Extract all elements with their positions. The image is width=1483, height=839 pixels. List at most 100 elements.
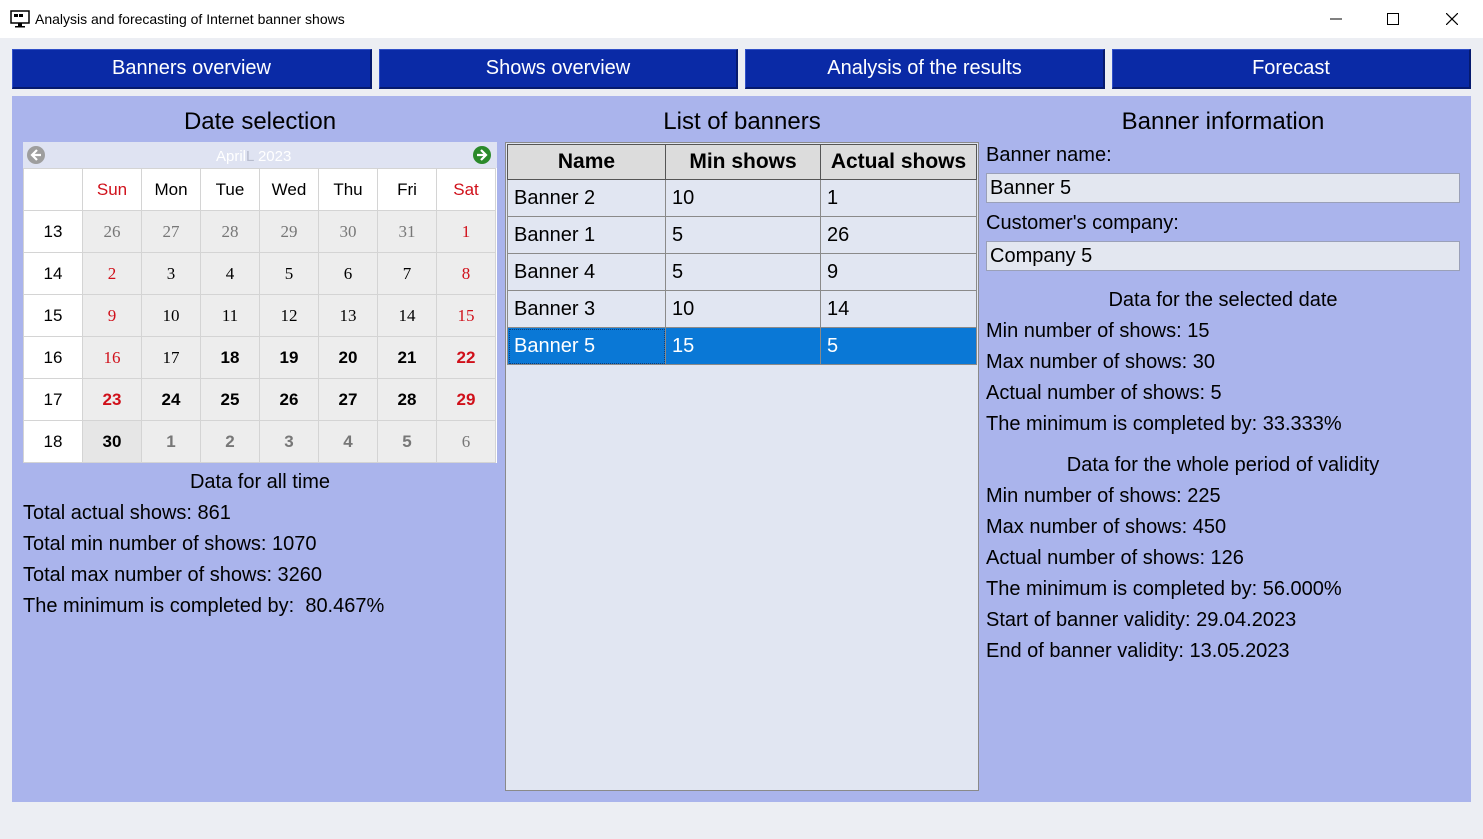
company-label: Customer's company:	[986, 212, 1179, 234]
tab-forecast[interactable]: Forecast	[1112, 49, 1471, 89]
cell-min[interactable]: 10	[665, 290, 821, 328]
tab-shows-overview[interactable]: Shows overview	[379, 49, 738, 89]
calendar-day[interactable]: 13	[318, 294, 378, 337]
calendar-day[interactable]: 27	[318, 378, 378, 421]
calendar-day[interactable]: 29	[436, 378, 496, 421]
calendar-day[interactable]: 1	[141, 420, 201, 463]
calendar-day[interactable]: 11	[200, 294, 260, 337]
total-completed: The minimum is completed by: 80.467%	[23, 595, 385, 617]
calendar-day[interactable]: 3	[259, 420, 319, 463]
calendar-day[interactable]: 8	[436, 252, 496, 295]
table-row[interactable]: Banner 3 10 14	[507, 290, 977, 328]
calendar-day[interactable]: 6	[318, 252, 378, 295]
calendar-day[interactable]: 2	[200, 420, 260, 463]
cell-min[interactable]: 5	[665, 253, 821, 291]
calendar-day[interactable]: 28	[200, 210, 260, 253]
cell-min[interactable]: 15	[665, 327, 821, 365]
cell-name[interactable]: Banner 4	[507, 253, 666, 291]
calendar-day[interactable]: 19	[259, 336, 319, 379]
calendar-day[interactable]: 5	[259, 252, 319, 295]
cell-min[interactable]: 5	[665, 216, 821, 254]
cell-name[interactable]: Banner 3	[507, 290, 666, 328]
calendar-day[interactable]: 23	[82, 378, 142, 421]
maximize-button[interactable]	[1364, 0, 1422, 38]
window-title: Analysis and forecasting of Internet ban…	[35, 11, 345, 27]
column-header-actual-shows[interactable]: Actual shows	[820, 144, 977, 180]
calendar[interactable]: AprilL 2023 Sun Mon Tue Wed Thu Fri Sat …	[23, 142, 497, 463]
calendar-day[interactable]: 28	[377, 378, 437, 421]
cell-name[interactable]: Banner 5	[507, 327, 666, 365]
calendar-day[interactable]: 3	[141, 252, 201, 295]
calendar-day[interactable]: 6	[436, 420, 496, 463]
calendar-day[interactable]: 1	[436, 210, 496, 253]
cell-actual[interactable]: 26	[820, 216, 977, 254]
day-name: Fri	[377, 168, 437, 211]
period-max-shows: Max number of shows: 450	[986, 516, 1227, 538]
calendar-day[interactable]: 17	[141, 336, 201, 379]
table-row-selected[interactable]: Banner 5 15 5	[507, 327, 977, 365]
calendar-day-selected[interactable]: 30	[82, 420, 142, 463]
calendar-day[interactable]: 22	[436, 336, 496, 379]
selected-actual-shows: Actual number of shows: 5	[986, 382, 1222, 404]
day-name: Wed	[259, 168, 319, 211]
calendar-day[interactable]: 2	[82, 252, 142, 295]
day-name: Thu	[318, 168, 378, 211]
period-actual-shows: Actual number of shows: 126	[986, 547, 1244, 569]
calendar-day[interactable]: 15	[436, 294, 496, 337]
week-number: 13	[23, 210, 83, 253]
calendar-day[interactable]: 7	[377, 252, 437, 295]
calendar-day[interactable]: 4	[200, 252, 260, 295]
title-bar: Analysis and forecasting of Internet ban…	[0, 0, 1483, 38]
calendar-day[interactable]: 24	[141, 378, 201, 421]
table-row[interactable]: Banner 2 10 1	[507, 179, 977, 217]
previous-month-icon[interactable]	[26, 145, 46, 165]
day-name: Mon	[141, 168, 201, 211]
next-month-icon[interactable]	[472, 145, 492, 165]
maximize-icon	[1387, 13, 1399, 25]
day-name: Sat	[436, 168, 496, 211]
calendar-day[interactable]: 30	[318, 210, 378, 253]
minimize-icon	[1330, 18, 1342, 20]
calendar-day[interactable]: 16	[82, 336, 142, 379]
calendar-day[interactable]: 29	[259, 210, 319, 253]
tab-analysis-results[interactable]: Analysis of the results	[745, 49, 1105, 89]
tab-banners-overview[interactable]: Banners overview	[12, 49, 372, 89]
company-field[interactable]: Company 5	[986, 241, 1460, 271]
column-header-min-shows[interactable]: Min shows	[665, 144, 821, 180]
calendar-month-year[interactable]: AprilL 2023	[216, 148, 291, 165]
cell-actual[interactable]: 5	[820, 327, 977, 365]
calendar-day[interactable]: 21	[377, 336, 437, 379]
cell-actual[interactable]: 14	[820, 290, 977, 328]
calendar-day[interactable]: 20	[318, 336, 378, 379]
table-row[interactable]: Banner 1 5 26	[507, 216, 977, 254]
calendar-day[interactable]: 9	[82, 294, 142, 337]
calendar-day[interactable]: 5	[377, 420, 437, 463]
calendar-day[interactable]: 4	[318, 420, 378, 463]
calendar-day[interactable]: 12	[259, 294, 319, 337]
week-number: 14	[23, 252, 83, 295]
calendar-day[interactable]: 26	[82, 210, 142, 253]
total-actual-shows: Total actual shows: 861	[23, 502, 231, 524]
cell-actual[interactable]: 1	[820, 179, 977, 217]
calendar-day[interactable]: 25	[200, 378, 260, 421]
banner-table[interactable]: Name Min shows Actual shows Banner 2 10 …	[505, 142, 979, 791]
cell-min[interactable]: 10	[665, 179, 821, 217]
banner-name-field[interactable]: Banner 5	[986, 173, 1460, 203]
cell-actual[interactable]: 9	[820, 253, 977, 291]
cell-name[interactable]: Banner 2	[507, 179, 666, 217]
calendar-day[interactable]: 14	[377, 294, 437, 337]
calendar-day[interactable]: 26	[259, 378, 319, 421]
week-number: 17	[23, 378, 83, 421]
column-header-name[interactable]: Name	[507, 144, 666, 180]
table-row[interactable]: Banner 4 5 9	[507, 253, 977, 291]
calendar-grid: Sun Mon Tue Wed Thu Fri Sat 13 26 27 28 …	[23, 168, 496, 463]
calendar-day[interactable]: 18	[200, 336, 260, 379]
calendar-day[interactable]: 31	[377, 210, 437, 253]
cell-name[interactable]: Banner 1	[507, 216, 666, 254]
minimize-button[interactable]	[1307, 0, 1365, 38]
close-button[interactable]	[1423, 0, 1481, 38]
table-header-row: Name Min shows Actual shows	[507, 144, 977, 180]
calendar-day[interactable]: 10	[141, 294, 201, 337]
calendar-day[interactable]: 27	[141, 210, 201, 253]
banner-grid: Name Min shows Actual shows Banner 2 10 …	[507, 144, 977, 365]
